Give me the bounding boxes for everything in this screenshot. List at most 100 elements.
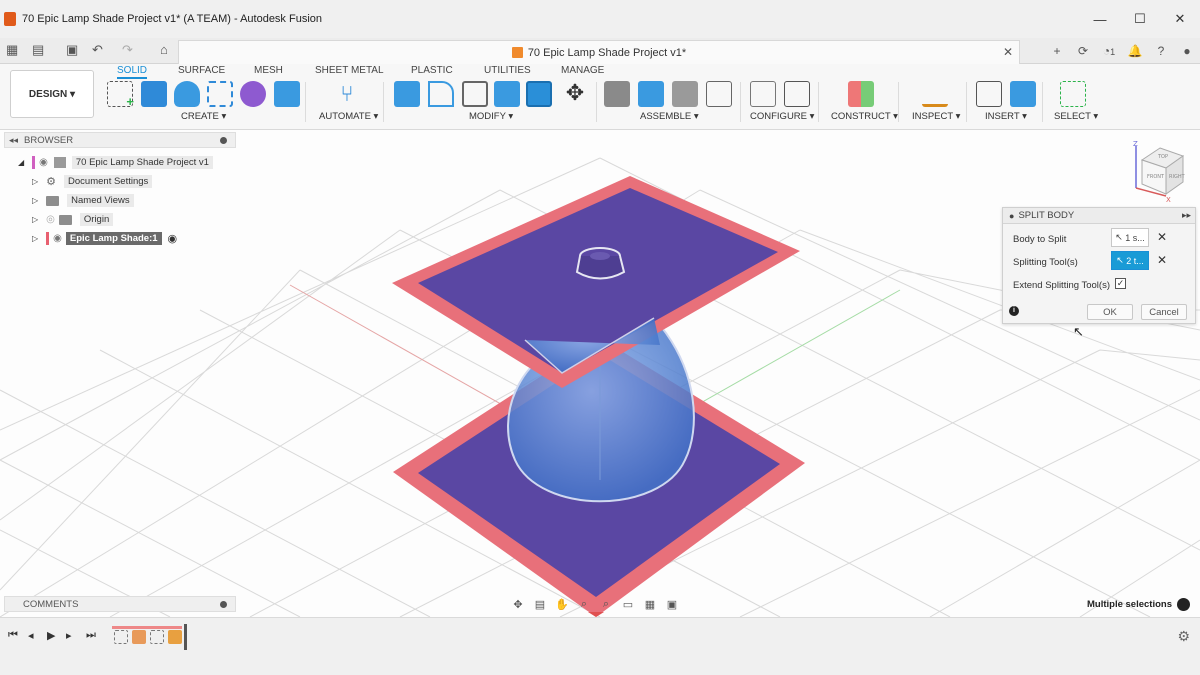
select-icon[interactable]: [1060, 81, 1086, 107]
pattern-icon[interactable]: [207, 81, 233, 107]
timeline-sketch-feature[interactable]: [114, 630, 128, 644]
tab-mesh[interactable]: MESH: [254, 65, 283, 76]
collapse-root-icon[interactable]: ◢: [18, 158, 24, 167]
info-icon[interactable]: i: [1009, 306, 1019, 316]
fillet-icon[interactable]: [428, 81, 454, 107]
bom-icon[interactable]: [706, 81, 732, 107]
zoom-window-icon[interactable]: ⌕: [596, 598, 616, 611]
timeline-revolve-feature[interactable]: [132, 630, 146, 644]
go-to-end-icon[interactable]: ⏭: [86, 629, 96, 642]
split-body-icon[interactable]: [526, 81, 552, 107]
tab-manage[interactable]: MANAGE: [561, 65, 604, 76]
form-icon[interactable]: [240, 81, 266, 107]
insert-canvas-icon[interactable]: [1010, 81, 1036, 107]
tab-surface[interactable]: SURFACE: [178, 65, 225, 76]
combine-icon[interactable]: [494, 81, 520, 107]
notifications-icon[interactable]: 🔔: [1122, 44, 1148, 58]
zoom-icon[interactable]: ⌕: [574, 598, 594, 611]
automate-icon[interactable]: ⑂: [334, 81, 360, 107]
timeline-settings-gear-icon[interactable]: ⚙: [1177, 628, 1190, 645]
cancel-button[interactable]: Cancel: [1141, 304, 1187, 320]
look-at-icon[interactable]: ▤: [530, 598, 550, 611]
revolve-icon[interactable]: [174, 81, 200, 107]
close-window-button[interactable]: ✕: [1160, 0, 1200, 38]
redo-icon[interactable]: ↷: [122, 42, 133, 58]
expand-icon[interactable]: ▷: [32, 196, 38, 205]
step-forward-icon[interactable]: ▸: [66, 629, 72, 642]
inspect-menu[interactable]: INSPECT ▾: [912, 111, 960, 122]
as-built-joint-icon[interactable]: [672, 81, 698, 107]
shell-icon[interactable]: [462, 81, 488, 107]
construct-plane-icon[interactable]: [848, 81, 874, 107]
visibility-eye-icon[interactable]: ◉: [39, 157, 48, 168]
save-icon[interactable]: ▣: [66, 42, 78, 58]
expand-icon[interactable]: ▷: [32, 234, 38, 243]
configure-icon[interactable]: [750, 81, 776, 107]
clear-body-selection-icon[interactable]: ✕: [1157, 230, 1167, 244]
workspace-switcher[interactable]: DESIGN ▾: [10, 70, 94, 118]
body-to-split-selector[interactable]: ↖ 1 s...: [1111, 228, 1149, 247]
expand-icon[interactable]: ▷: [32, 177, 38, 186]
select-menu[interactable]: SELECT ▾: [1054, 111, 1098, 122]
play-icon[interactable]: ▶: [47, 629, 55, 642]
close-tab-icon[interactable]: ✕: [1003, 45, 1013, 59]
go-to-start-icon[interactable]: ⏮: [8, 629, 18, 642]
assemble-menu[interactable]: ASSEMBLE ▾: [640, 111, 699, 122]
joint-icon[interactable]: [638, 81, 664, 107]
extrude-icon[interactable]: [141, 81, 167, 107]
step-back-icon[interactable]: ◂: [28, 629, 34, 642]
create-sketch-icon[interactable]: +: [107, 81, 134, 109]
insert-derive-icon[interactable]: [976, 81, 1002, 107]
browser-header[interactable]: ◂◂ BROWSER: [4, 132, 236, 148]
tab-sheet-metal[interactable]: SHEET METAL: [315, 65, 384, 76]
browser-item-epic-lamp-shade[interactable]: ▷ ◉ Epic Lamp Shade:1 ◉: [32, 230, 177, 247]
insert-menu[interactable]: INSERT ▾: [985, 111, 1027, 122]
clear-tools-selection-icon[interactable]: ✕: [1157, 253, 1167, 267]
comments-header[interactable]: COMMENTS: [4, 596, 236, 612]
move-icon[interactable]: ✥: [562, 81, 588, 107]
browser-root[interactable]: ◢ ◉ 70 Epic Lamp Shade Project v1: [18, 154, 213, 171]
tab-plastic[interactable]: PLASTIC: [411, 65, 453, 76]
new-component-icon[interactable]: [604, 81, 630, 107]
selection-filter-icon[interactable]: [1177, 598, 1190, 611]
grid-settings-icon[interactable]: ▦: [640, 598, 660, 611]
tab-solid[interactable]: SOLID: [117, 65, 148, 79]
file-menu-icon[interactable]: ▤: [32, 42, 44, 58]
jobs-icon[interactable]: ◔1: [1096, 44, 1122, 58]
new-tab-icon[interactable]: +: [1044, 44, 1070, 58]
dialog-collapse-icon[interactable]: ●: [1009, 211, 1014, 221]
maximize-button[interactable]: ☐: [1120, 0, 1160, 38]
box-icon[interactable]: [274, 81, 300, 107]
splitting-tools-selector[interactable]: ↖ 2 t...: [1111, 251, 1149, 270]
viewports-icon[interactable]: ▣: [662, 598, 682, 611]
undo-icon[interactable]: ↶: [92, 42, 103, 58]
home-icon[interactable]: ⌂: [160, 42, 168, 57]
timeline-sketch-feature[interactable]: [150, 630, 164, 644]
display-settings-icon[interactable]: ▭: [618, 598, 638, 611]
modify-menu[interactable]: MODIFY ▾: [469, 111, 513, 122]
press-pull-icon[interactable]: [394, 81, 420, 107]
sync-icon[interactable]: ⟳: [1070, 44, 1096, 58]
profile-icon[interactable]: ●: [1174, 44, 1200, 58]
help-icon[interactable]: ?: [1148, 44, 1174, 58]
view-cube[interactable]: TOP FRONT RIGHT Z X: [1128, 138, 1188, 204]
activate-component-icon[interactable]: ◉: [168, 232, 178, 245]
pan-icon[interactable]: ✋: [552, 598, 572, 611]
timeline-body-feature[interactable]: [168, 630, 182, 644]
browser-item-origin[interactable]: ▷ ◎ Origin: [32, 211, 114, 228]
browser-item-named-views[interactable]: ▷ Named Views: [32, 192, 134, 209]
minimize-button[interactable]: —: [1080, 0, 1120, 38]
grid-menu-icon[interactable]: ▦: [6, 42, 18, 58]
comments-pin-icon[interactable]: [220, 601, 227, 608]
visibility-eye-icon[interactable]: ◉: [53, 233, 62, 244]
dialog-expand-icon[interactable]: ▸▸: [1182, 210, 1191, 221]
extend-splitting-tools-checkbox[interactable]: ✓: [1115, 278, 1126, 289]
automate-menu[interactable]: AUTOMATE ▾: [319, 111, 378, 122]
ok-button[interactable]: OK: [1087, 304, 1133, 320]
collapse-browser-icon[interactable]: ◂◂: [9, 135, 18, 146]
create-menu[interactable]: CREATE ▾: [181, 111, 226, 122]
browser-item-document-settings[interactable]: ▷ ⚙ Document Settings: [32, 173, 153, 190]
hidden-eye-icon[interactable]: ◎: [46, 214, 55, 225]
construct-menu[interactable]: CONSTRUCT ▾: [831, 111, 898, 122]
expand-icon[interactable]: ▷: [32, 215, 38, 224]
